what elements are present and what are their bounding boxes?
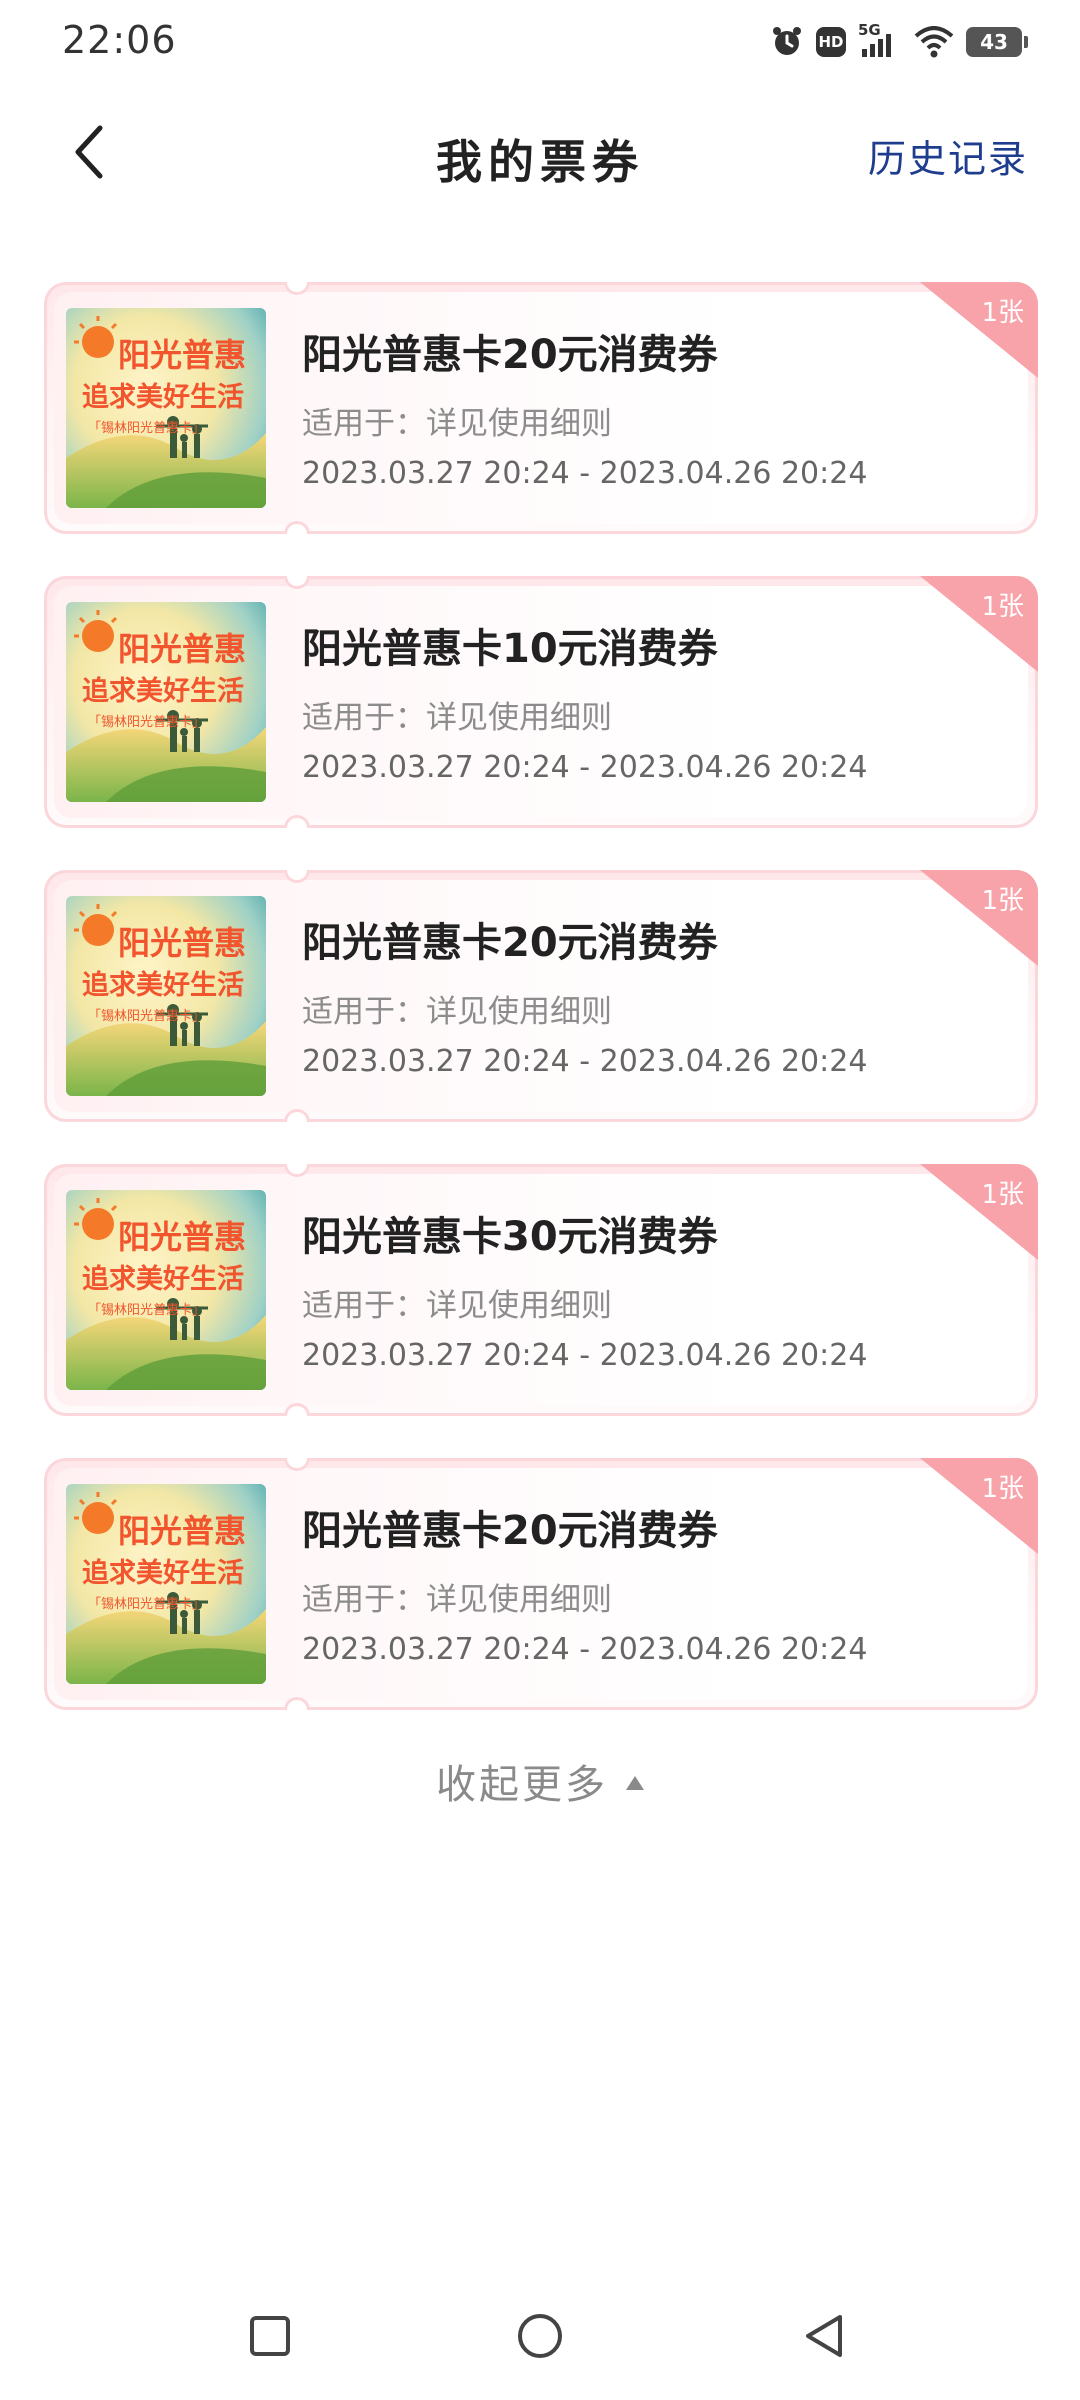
coupon-scope: 适用于：详见使用细则 (302, 994, 612, 1030)
poster-caption-text: 「锡林阳光普惠卡」 (88, 715, 205, 730)
coupon-image: 阳光普惠追求美好生活「锡林阳光普惠卡」 (66, 1484, 266, 1684)
coupon-validity: 2023.03.27 20:24 - 2023.04.26 20:24 (302, 1632, 868, 1667)
coupon-image: 阳光普惠追求美好生活「锡林阳光普惠卡」 (66, 896, 266, 1096)
coupon-image: 阳光普惠追求美好生活「锡林阳光普惠卡」 (66, 602, 266, 802)
status-icons: HD 5G 43 (770, 21, 1028, 62)
poster-title-text: 阳光普惠 (118, 924, 246, 962)
count-label: 1张 (981, 1180, 1024, 1210)
coupon-card[interactable]: 阳光普惠追求美好生活「锡林阳光普惠卡」 阳光普惠卡30元消费券 适用于：详见使用… (44, 1164, 1038, 1416)
coupon-image: 阳光普惠追求美好生活「锡林阳光普惠卡」 (66, 1190, 266, 1390)
status-time: 22:06 (62, 18, 177, 62)
sunshine-poster-image: 阳光普惠追求美好生活「锡林阳光普惠卡」 (66, 602, 266, 802)
count-badge: 1张 (920, 576, 1038, 672)
count-badge: 1张 (920, 1458, 1038, 1554)
poster-slogan-text: 追求美好生活 (82, 381, 244, 413)
coupon-card[interactable]: 阳光普惠追求美好生活「锡林阳光普惠卡」 阳光普惠卡20元消费券 适用于：详见使用… (44, 870, 1038, 1122)
poster-caption-text: 「锡林阳光普惠卡」 (88, 1597, 205, 1612)
coupon-validity: 2023.03.27 20:24 - 2023.04.26 20:24 (302, 456, 868, 491)
coupon-card[interactable]: 阳光普惠追求美好生活「锡林阳光普惠卡」 阳光普惠卡10元消费券 适用于：详见使用… (44, 576, 1038, 828)
coupon-validity: 2023.03.27 20:24 - 2023.04.26 20:24 (302, 1044, 868, 1079)
coupon-image: 阳光普惠追求美好生活「锡林阳光普惠卡」 (66, 308, 266, 508)
hd-badge: HD (816, 27, 846, 57)
count-badge: 1张 (920, 1164, 1038, 1260)
wifi-icon (914, 26, 954, 58)
count-label: 1张 (981, 1474, 1024, 1504)
poster-title-text: 阳光普惠 (118, 336, 246, 374)
sunshine-poster-image: 阳光普惠追求美好生活「锡林阳光普惠卡」 (66, 1484, 266, 1684)
square-icon (250, 2316, 290, 2356)
circle-icon (518, 2314, 562, 2358)
poster-slogan-text: 追求美好生活 (82, 969, 244, 1001)
poster-slogan-text: 追求美好生活 (82, 675, 244, 707)
coupon-title: 阳光普惠卡20元消费券 (302, 920, 718, 966)
collapse-label: 收起更多 (436, 1762, 608, 1808)
back-nav-button[interactable] (792, 2304, 856, 2368)
recent-apps-button[interactable] (238, 2304, 302, 2368)
history-link[interactable]: 历史记录 (868, 128, 1028, 183)
poster-slogan-text: 追求美好生活 (82, 1263, 244, 1295)
signal-icon: 5G (858, 21, 902, 59)
poster-slogan-text: 追求美好生活 (82, 1557, 244, 1589)
count-badge: 1张 (920, 282, 1038, 378)
count-label: 1张 (981, 886, 1024, 916)
system-nav-bar (0, 2290, 1080, 2380)
coupon-title: 阳光普惠卡20元消费券 (302, 332, 718, 378)
coupon-title: 阳光普惠卡20元消费券 (302, 1508, 718, 1554)
coupon-scope: 适用于：详见使用细则 (302, 1288, 612, 1324)
coupon-scope: 适用于：详见使用细则 (302, 406, 612, 442)
coupon-card[interactable]: 阳光普惠追求美好生活「锡林阳光普惠卡」 阳光普惠卡20元消费券 适用于：详见使用… (44, 1458, 1038, 1710)
triangle-back-icon (806, 2315, 842, 2357)
battery-icon: 43 (966, 27, 1028, 57)
poster-title-text: 阳光普惠 (118, 630, 246, 668)
collapse-more-button[interactable]: 收起更多 (0, 1752, 1080, 1810)
poster-caption-text: 「锡林阳光普惠卡」 (88, 1009, 205, 1024)
alarm-icon (770, 25, 804, 59)
count-label: 1张 (981, 592, 1024, 622)
status-bar: 22:06 HD 5G 43 (0, 0, 1080, 86)
coupon-validity: 2023.03.27 20:24 - 2023.04.26 20:24 (302, 750, 868, 785)
coupon-title: 阳光普惠卡10元消费券 (302, 626, 718, 672)
poster-title-text: 阳光普惠 (118, 1512, 246, 1550)
coupon-list: 阳光普惠 追求美好生活 「锡林阳光普惠卡」 阳光普惠卡20元消费券 适用于：详见使用… (44, 282, 1038, 1752)
sunshine-poster-image: 阳光普惠追求美好生活「锡林阳光普惠卡」 (66, 308, 266, 508)
home-button[interactable] (508, 2304, 572, 2368)
count-badge: 1张 (920, 870, 1038, 966)
poster-caption-text: 「锡林阳光普惠卡」 (88, 421, 205, 436)
sunshine-poster-image: 阳光普惠追求美好生活「锡林阳光普惠卡」 (66, 896, 266, 1096)
coupon-validity: 2023.03.27 20:24 - 2023.04.26 20:24 (302, 1338, 868, 1373)
caret-up-icon (626, 1776, 644, 1790)
coupon-scope: 适用于：详见使用细则 (302, 700, 612, 736)
coupon-title: 阳光普惠卡30元消费券 (302, 1214, 718, 1260)
count-label: 1张 (981, 298, 1024, 328)
coupon-card[interactable]: 阳光普惠追求美好生活「锡林阳光普惠卡」 阳光普惠卡20元消费券 适用于：详见使用… (44, 282, 1038, 534)
poster-caption-text: 「锡林阳光普惠卡」 (88, 1303, 205, 1318)
sunshine-poster-image: 阳光普惠追求美好生活「锡林阳光普惠卡」 (66, 1190, 266, 1390)
poster-title-text: 阳光普惠 (118, 1218, 246, 1256)
coupon-scope: 适用于：详见使用细则 (302, 1582, 612, 1618)
header: 我的票券 历史记录 (0, 100, 1080, 204)
